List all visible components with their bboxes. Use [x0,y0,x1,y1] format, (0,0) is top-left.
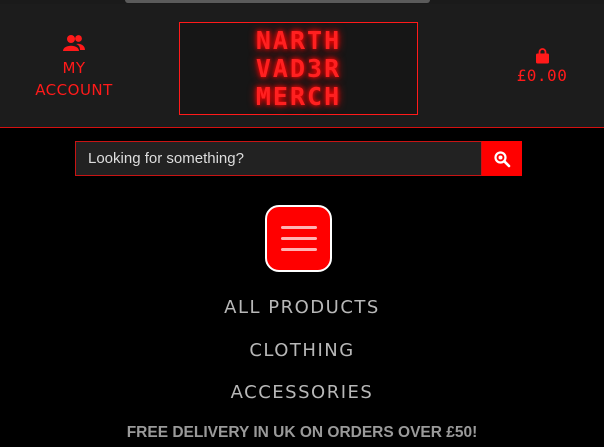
users-icon [63,35,85,51]
logo-line2: VAD3R [255,53,342,83]
logo-line3: MERCH [255,81,342,111]
site-header: MY ACCOUNT NARTH VAD3R MERCH £0.00 [0,4,604,128]
account-label-line2: ACCOUNT [35,81,113,99]
menu-toggle-button[interactable] [265,205,332,272]
site-logo[interactable]: NARTH VAD3R MERCH [179,22,418,115]
free-delivery-banner: FREE DELIVERY IN UK ON ORDERS OVER £50! [126,424,478,441]
cart-link[interactable]: £0.00 [505,48,579,85]
my-account-link[interactable]: MY ACCOUNT [20,34,128,101]
logo-line1: NARTH [255,25,342,55]
nav-all-products[interactable]: ALL PRODUCTS [0,297,604,318]
hamburger-icon-bar-1 [280,226,317,229]
cart-total: £0.00 [516,66,568,85]
hamburger-icon-bar-2 [280,237,317,240]
shopping-bag-icon [535,48,549,64]
account-label-line1: MY [62,59,86,77]
hamburger-icon-bar-3 [280,248,317,251]
search-icon [494,150,511,167]
nav-clothing[interactable]: CLOTHING [0,340,604,361]
search-input[interactable] [75,141,482,176]
scroll-handle [125,0,430,3]
nav-accessories[interactable]: ACCESSORIES [0,382,604,403]
search-button[interactable] [482,141,522,176]
